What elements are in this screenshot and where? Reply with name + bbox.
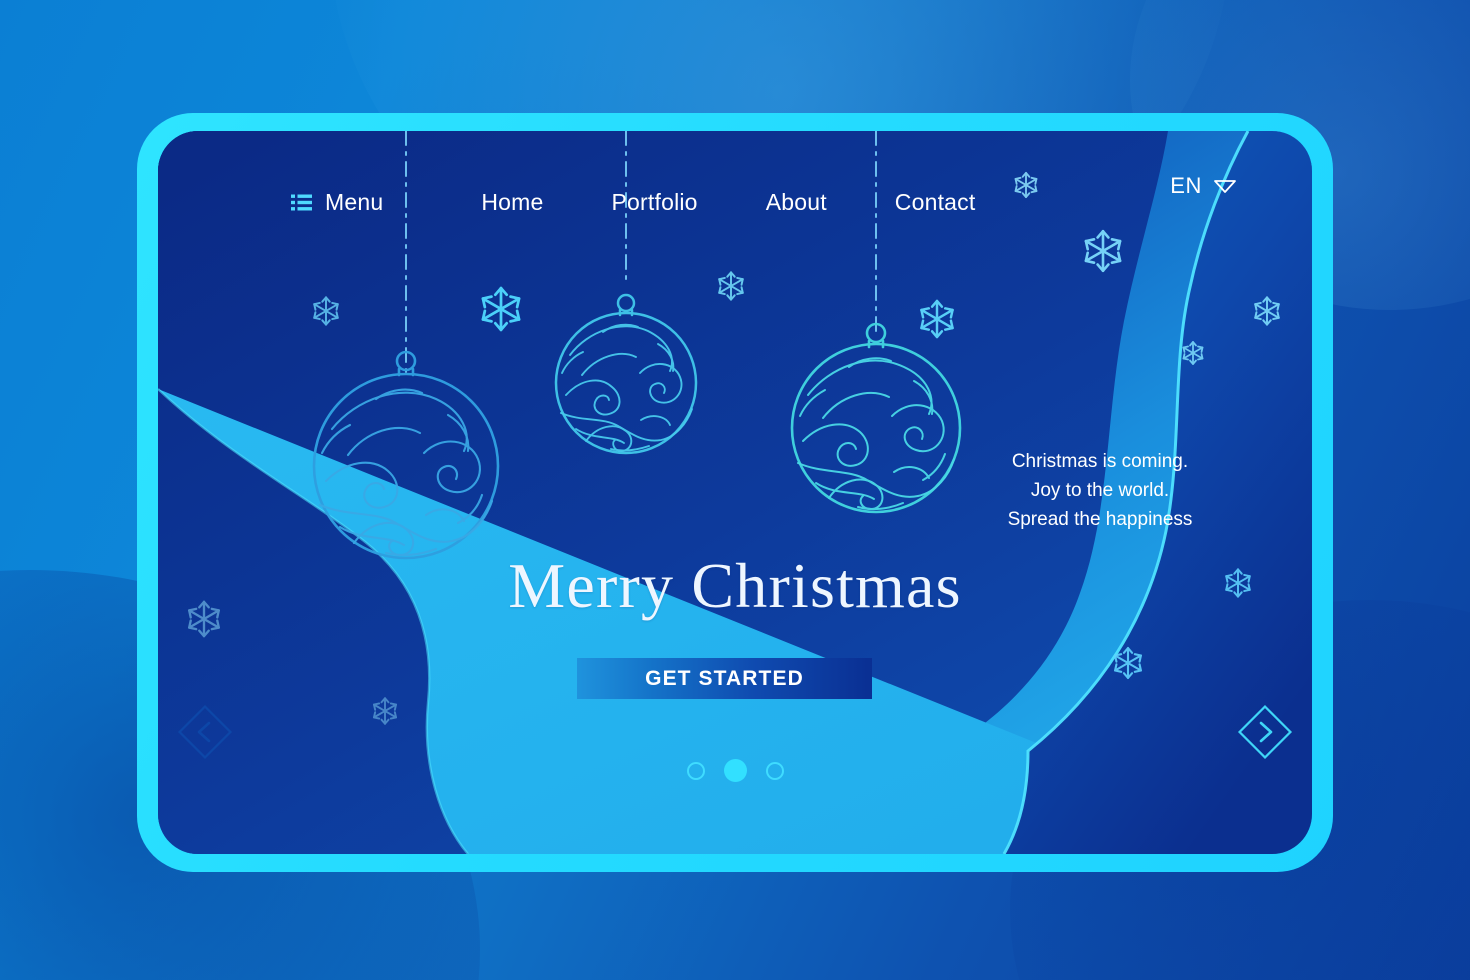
screen: Menu Home Portfolio About Contact EN Chr… (158, 131, 1312, 854)
device-frame: Menu Home Portfolio About Contact EN Chr… (137, 113, 1333, 872)
tagline-line-2: Joy to the world. (1030, 480, 1170, 501)
nav-link-home[interactable]: Home (447, 189, 577, 216)
menu-label: Menu (325, 188, 384, 215)
chevron-down-icon (1214, 179, 1236, 193)
chevron-left-icon (177, 704, 233, 760)
carousel-dot-1[interactable] (686, 761, 705, 780)
carousel-dot-3[interactable] (765, 761, 784, 780)
nav-links: Home Portfolio About Contact (447, 189, 1009, 216)
tagline: Christmas is coming. Joy to the world. S… (950, 447, 1250, 534)
page-title: Merry Christmas (508, 550, 962, 621)
top-navigation: Menu Home Portfolio About Contact EN (158, 173, 1312, 225)
carousel-dot-2[interactable] (723, 759, 747, 782)
tagline-line-3: Spread the happiness (1007, 509, 1193, 530)
language-selector[interactable]: EN (1170, 173, 1236, 199)
nav-link-contact[interactable]: Contact (861, 189, 1010, 216)
nav-link-about[interactable]: About (732, 189, 861, 216)
page-root: Menu Home Portfolio About Contact EN Chr… (0, 0, 1470, 980)
carousel-next-button[interactable] (1237, 704, 1293, 760)
language-code: EN (1170, 173, 1202, 198)
carousel-dots (158, 759, 1312, 782)
menu-button[interactable]: Menu (291, 189, 383, 216)
nav-link-portfolio[interactable]: Portfolio (578, 189, 732, 216)
tagline-line-1: Christmas is coming. (1011, 451, 1189, 472)
chevron-right-icon (1237, 704, 1293, 760)
list-icon (291, 194, 312, 210)
get-started-button[interactable]: GET STARTED (577, 658, 872, 699)
carousel-prev-button[interactable] (177, 704, 233, 760)
